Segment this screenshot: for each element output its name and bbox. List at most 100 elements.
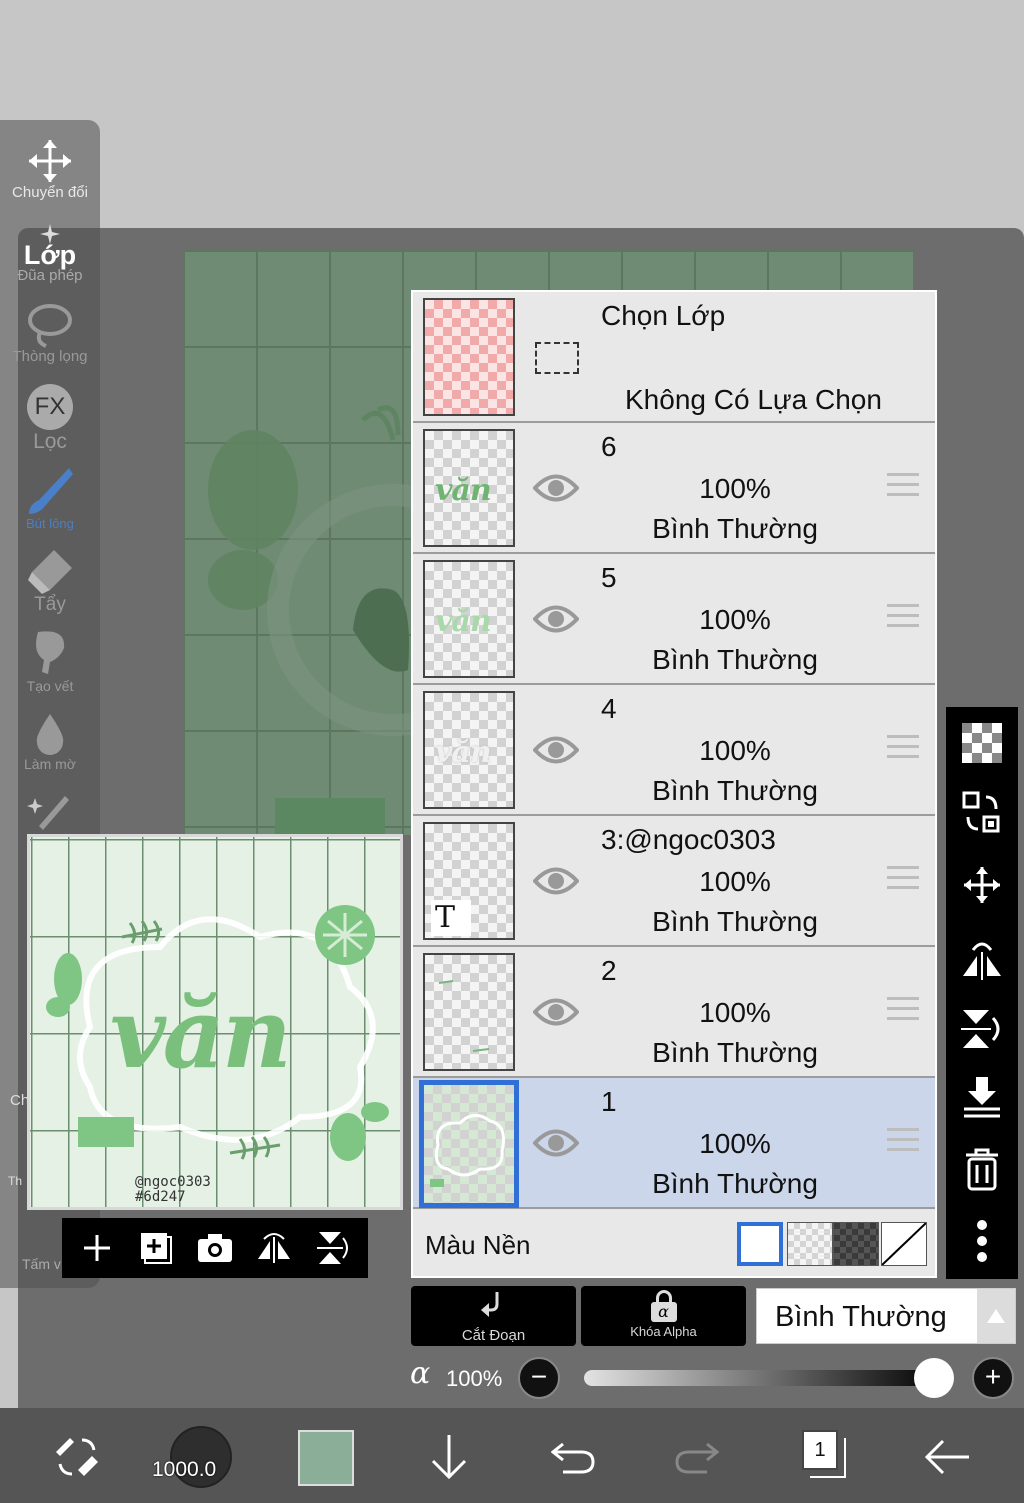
bg-white-swatch[interactable] [737,1222,783,1266]
eraser-tool[interactable]: Tẩy [0,548,100,616]
layer-row-selected[interactable]: 1 100% Bình Thường [413,1078,935,1209]
flip-layer-vertical-button[interactable] [958,1005,1006,1053]
opacity-slider-thumb[interactable] [914,1358,954,1398]
add-image-layer-button[interactable] [132,1224,180,1272]
drag-handle-icon[interactable] [887,735,919,763]
brush-icon [29,468,73,514]
thumb-sprigs [438,980,490,1052]
blur-label: Làm mờ [24,756,76,772]
flip-horizontal-icon [963,942,1001,980]
drag-handle-icon[interactable] [887,997,919,1025]
smudge-label: Tạo vết [26,678,74,694]
flip-vertical-icon [961,1010,1000,1048]
back-button[interactable] [912,1422,982,1492]
layer-opacity: 100% [699,997,771,1028]
navigator-preview[interactable]: văn @ngoc0303 #6d247 [27,834,403,1210]
selection-layer-row[interactable]: Chọn Lớp Không Có Lựa Chọn [413,292,935,423]
sparkle-tool[interactable] [0,792,100,832]
smudge-icon [36,631,65,674]
alpha-lock-button[interactable]: α Khóa Alpha [581,1286,746,1346]
slash-icon [881,1222,927,1266]
eye-icon[interactable] [533,602,579,636]
layer-thumbnail: văn [423,429,515,547]
bg-checker-light-swatch[interactable] [787,1222,833,1266]
arrow-left-icon [924,1439,969,1475]
drag-handle-icon[interactable] [887,604,919,632]
transform-swap-button[interactable] [42,1422,112,1492]
layer-name: 5 [601,562,617,593]
eye-icon[interactable] [533,733,579,767]
swap-icon [962,791,1000,833]
layer-name: 4 [601,693,617,724]
flip-vertical-button[interactable] [309,1224,357,1272]
opacity-decrease-button[interactable]: − [518,1357,560,1399]
opacity-slider[interactable] [584,1370,934,1386]
filter-tool[interactable]: FX Lọc [0,384,100,454]
layer-row[interactable]: văn 5 100% Bình Thường [413,554,935,685]
eraser-icon [28,550,72,594]
move-layer-button[interactable] [958,861,1006,909]
layer-row[interactable]: 2 100% Bình Thường [413,947,935,1078]
layer-blend-mode: Bình Thường [652,775,818,806]
drop-icon [36,714,64,755]
right-layer-toolbar [946,707,1018,1279]
eye-icon[interactable] [533,864,579,898]
more-options-button[interactable] [958,1217,1006,1265]
layer-row[interactable]: văn 6 100% Bình Thường [413,423,935,554]
blur-tool[interactable]: Làm mờ [0,712,100,772]
redo-icon [675,1442,719,1474]
selection-layer-title: Chọn Lớp [601,300,726,331]
drag-handle-icon[interactable] [887,473,919,501]
redo-button[interactable] [662,1422,732,1492]
drag-handle-icon[interactable] [887,1128,919,1156]
flip-horizontal-button[interactable] [250,1224,298,1272]
undo-button[interactable] [538,1422,608,1492]
eye-icon[interactable] [533,1126,579,1160]
transparency-button[interactable] [958,719,1006,767]
camera-button[interactable] [191,1224,239,1272]
clip-button[interactable]: Cắt Đoạn [411,1286,576,1346]
opacity-increase-button[interactable]: + [972,1357,1014,1399]
flip-layer-horizontal-button[interactable] [958,935,1006,983]
fx-icon: FX [27,384,73,430]
thumb-cloud [430,1114,505,1187]
selection-layer-status: Không Có Lựa Chọn [625,384,882,415]
blend-mode-arrow[interactable] [977,1289,1015,1343]
flip-vertical-icon [316,1232,348,1264]
layer-blend-mode: Bình Thường [652,513,818,544]
blend-mode-select[interactable]: Bình Thường [756,1288,1016,1344]
bg-none-swatch[interactable] [881,1222,927,1266]
camera-icon [197,1234,232,1262]
layer-thumbnail: T [423,822,515,940]
layer-tool[interactable]: Lớp Đũa phép [0,224,100,284]
smudge-tool[interactable]: Tạo vết [0,628,100,694]
drag-handle-icon[interactable] [887,866,919,894]
eye-icon[interactable] [533,471,579,505]
transform-tool[interactable]: Chuyển đổi [0,138,100,201]
merge-down-button[interactable] [958,1073,1006,1121]
layer-count: 1 [802,1430,838,1470]
alpha-icon: α [410,1356,431,1391]
thumb-word: văn [435,473,492,508]
delete-layer-button[interactable] [958,1145,1006,1193]
filter-label: Lọc [33,430,67,453]
alpha-symbol: α [650,1302,677,1322]
layer-name: 1 [601,1086,617,1117]
layer-name: 2 [601,955,617,986]
merge-down-icon [964,1077,1000,1118]
swap-layer-button[interactable] [958,789,1006,837]
lasso-tool[interactable]: Thòng lọng [0,302,100,365]
checkerboard-icon [962,723,1002,763]
layer-opacity: 100% [699,735,771,766]
layer-blend-mode: Bình Thường [652,644,818,675]
plus-icon [84,1235,111,1261]
add-layer-button[interactable] [73,1224,121,1272]
alpha-lock-label: Khóa Alpha [630,1324,697,1339]
download-button[interactable] [414,1422,484,1492]
eye-icon[interactable] [533,995,579,1029]
layer-row[interactable]: văn 4 100% Bình Thường [413,685,935,816]
layer-row[interactable]: T 3:@ngoc0303 100% Bình Thường [413,816,935,947]
current-color-swatch[interactable] [298,1430,354,1486]
brush-tool[interactable]: Bút lông [0,464,100,531]
bg-checker-dark-swatch[interactable] [833,1222,879,1266]
